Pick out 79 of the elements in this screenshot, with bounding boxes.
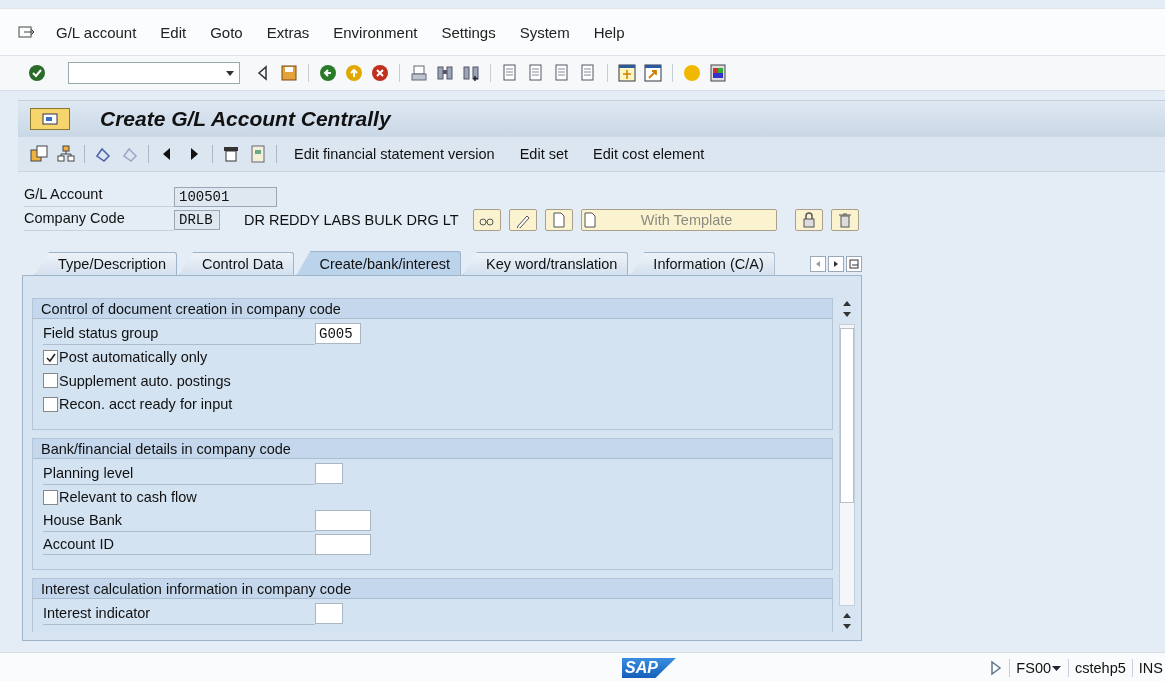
tab[interactable]: Control Data — [179, 252, 295, 275]
delete-button[interactable] — [830, 209, 859, 231]
menu-item[interactable]: Settings — [429, 23, 508, 41]
dropdown-icon[interactable] — [225, 69, 235, 77]
tab[interactable]: Type/Description — [35, 252, 177, 275]
window-icon[interactable] — [618, 64, 636, 82]
company-name: DR REDDY LABS BULK DRG LT — [244, 212, 459, 228]
layout-icon[interactable] — [709, 64, 727, 82]
checkbox-label: Relevant to cash flow — [59, 489, 197, 506]
screen-icon[interactable] — [42, 112, 58, 126]
field-label: House Bank — [43, 509, 315, 532]
copy-icon[interactable] — [30, 145, 48, 163]
checkbox[interactable] — [43, 373, 58, 389]
cancel-icon[interactable] — [371, 64, 389, 82]
tab[interactable]: Key word/translation — [463, 252, 629, 275]
check-icon[interactable] — [28, 64, 46, 82]
toolbar-button[interactable]: Edit financial statement version — [286, 146, 503, 162]
field-label: Field status group — [43, 322, 315, 345]
input-field[interactable] — [315, 463, 343, 485]
lock-icon — [800, 212, 817, 228]
toolbar-button[interactable]: Edit cost element — [585, 146, 713, 162]
undo-icon[interactable] — [94, 145, 112, 163]
menu-icon[interactable] — [18, 24, 36, 40]
expand-icon[interactable] — [989, 660, 1004, 676]
menu-item[interactable]: Extras — [254, 23, 322, 41]
menu-item[interactable]: Edit — [148, 23, 199, 41]
menu-item[interactable]: Environment — [321, 23, 430, 41]
input-field[interactable] — [315, 603, 343, 625]
table-icon[interactable] — [222, 145, 240, 163]
transaction-code[interactable]: FS00 — [1016, 660, 1052, 676]
trash-icon — [836, 212, 853, 228]
dropdown-icon[interactable] — [1051, 664, 1063, 672]
group-title: Bank/financial details in company code — [33, 439, 832, 459]
input-field[interactable] — [315, 510, 371, 532]
list-icon — [849, 259, 859, 269]
checkbox-label: Post automatically only — [59, 349, 208, 366]
group-title: Control of document creation in company code — [33, 299, 832, 319]
field-label: Interest indicator — [43, 602, 315, 625]
edit-button[interactable] — [508, 209, 537, 231]
back-icon[interactable] — [319, 64, 337, 82]
check-icon — [44, 351, 57, 363]
tab-list-button[interactable] — [846, 256, 862, 272]
binoculars-icon[interactable] — [436, 64, 454, 82]
hierarchy-icon[interactable] — [57, 145, 75, 163]
menu-item[interactable]: Help — [581, 23, 637, 41]
lock-button[interactable] — [794, 209, 823, 231]
input-field[interactable] — [315, 533, 371, 555]
print-icon[interactable] — [410, 64, 428, 82]
logo: SAP — [622, 658, 676, 678]
display-change-button[interactable] — [472, 209, 501, 231]
field-label: Planning level — [43, 462, 315, 485]
system-menu-button[interactable] — [30, 108, 70, 130]
scroll-right-button[interactable] — [828, 256, 844, 272]
server-name: cstehp5 — [1075, 660, 1126, 676]
company-code-field[interactable]: DRLB — [174, 210, 220, 230]
shortcut-icon[interactable] — [644, 64, 662, 82]
input-mode: INS — [1138, 660, 1163, 676]
command-field[interactable] — [68, 62, 240, 84]
checkbox[interactable] — [43, 489, 58, 505]
save-icon[interactable] — [280, 64, 298, 82]
field-label: Account ID — [43, 533, 315, 556]
checkbox-label: Supplement auto. postings — [59, 372, 231, 389]
menu-item[interactable]: System — [507, 23, 582, 41]
binoculars-plus-icon[interactable] — [462, 64, 480, 82]
checkbox[interactable] — [43, 396, 58, 412]
menu-item[interactable]: G/L account — [44, 23, 149, 41]
tab[interactable]: Create/bank/interest — [296, 251, 461, 275]
window-title: Create G/L Account Centrally — [100, 107, 391, 131]
input-field[interactable]: G005 — [315, 323, 361, 345]
checkbox[interactable] — [43, 349, 58, 365]
page-icon — [581, 212, 598, 228]
tab[interactable]: Information (C/A) — [630, 252, 775, 275]
toolbar-button[interactable]: Edit set — [511, 146, 577, 162]
page-icon — [550, 212, 567, 228]
create-button[interactable] — [544, 209, 573, 231]
menu-item[interactable]: Goto — [198, 23, 255, 41]
group-title: Interest calculation information in company code — [33, 579, 832, 599]
account-field[interactable]: 100501 — [174, 186, 277, 207]
checkbox-label: Recon. acct ready for input — [59, 396, 233, 413]
